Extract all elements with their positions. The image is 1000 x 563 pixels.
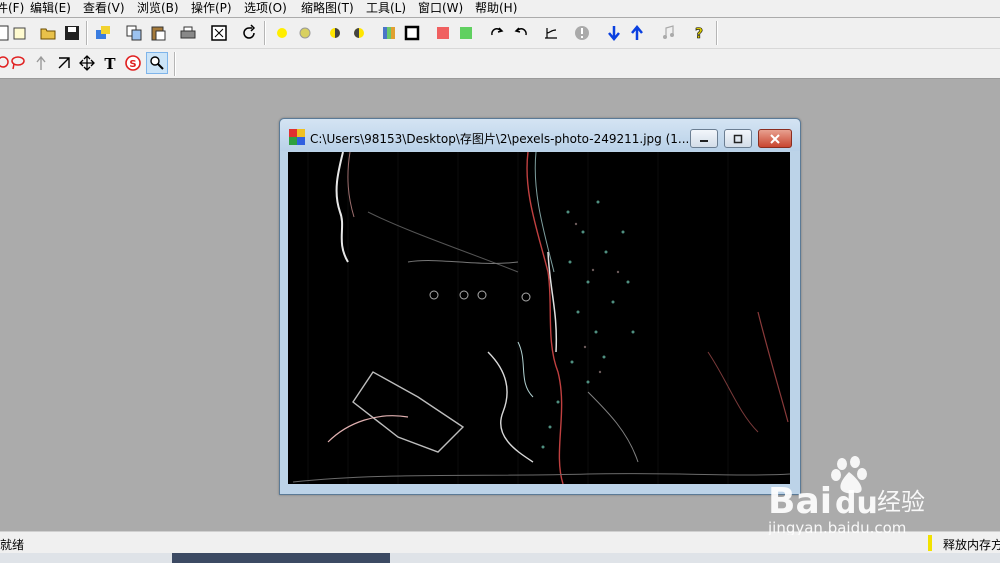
half-yellow-2-icon[interactable] [350,24,368,42]
edge-detected-photo [288,152,790,484]
move-icon[interactable] [78,54,96,72]
baidu-watermark: Bai du 经验 jingyan.baidu.com [765,455,965,537]
menu-view[interactable]: 查看(V) [83,0,125,17]
fit-window-icon[interactable] [210,24,228,42]
crop-icon[interactable] [55,54,73,72]
svg-text:S: S [129,59,136,70]
menu-thumbnails[interactable]: 缩略图(T) [301,0,354,17]
maximize-icon [733,134,743,143]
red-square-icon[interactable] [434,24,452,42]
menu-options[interactable]: 选项(O) [244,0,287,17]
app-icon [289,129,305,145]
undo-rotate-icon[interactable] [241,24,259,42]
image-window[interactable]: C:\Users\98153\Desktop\存图片\2\pexels-phot… [279,118,801,495]
lasso-icon[interactable] [9,54,27,72]
rotate-cw-icon[interactable] [488,24,506,42]
half-yellow-icon[interactable] [326,24,344,42]
rotate-ccw-icon[interactable] [512,24,530,42]
menu-bar: 件(F) 编辑(E) 查看(V) 浏览(B) 操作(P) 选项(O) 缩略图(T… [0,0,1000,17]
menu-browse[interactable]: 浏览(B) [137,0,179,17]
taskbar-strip [0,553,1000,563]
text-icon[interactable]: T [101,54,119,72]
svg-text:jingyan.baidu.com: jingyan.baidu.com [767,519,906,535]
baidu-logo: Bai du 经验 jingyan.baidu.com [767,456,925,537]
menu-help[interactable]: 帮助(H) [475,0,517,17]
save-icon[interactable] [63,24,81,42]
print-icon[interactable] [179,24,197,42]
status-indicator [928,535,932,551]
info-icon[interactable] [573,24,591,42]
close-icon [770,133,780,144]
new-file-icon[interactable] [10,24,28,42]
copy-icon[interactable] [125,24,143,42]
up-arrow-icon[interactable] [628,24,646,42]
music-icon[interactable] [659,24,677,42]
yellow-dot-icon[interactable] [273,24,291,42]
svg-text:?: ? [695,26,703,42]
black-square-icon[interactable] [403,24,421,42]
maximize-button[interactable] [724,129,752,148]
stamp-icon[interactable]: S [124,54,142,72]
image-canvas[interactable] [288,152,790,484]
menu-file[interactable]: 件(F) [0,0,24,17]
arrow-up-icon[interactable] [32,54,50,72]
menu-window[interactable]: 窗口(W) [418,0,463,17]
paste-icon[interactable] [149,24,167,42]
main-toolbar: ? [0,18,1000,49]
color-balance-icon[interactable] [380,24,398,42]
svg-text:du: du [835,486,878,521]
tools-toolbar: T S [0,49,1000,79]
image-window-title: C:\Users\98153\Desktop\存图片\2\pexels-phot… [310,132,690,146]
status-memory-text: 释放内存方 [943,538,1000,552]
open-folder-icon[interactable] [39,24,57,42]
green-square-icon[interactable] [457,24,475,42]
down-arrow-icon[interactable] [605,24,623,42]
svg-text:经验: 经验 [877,488,925,516]
menu-edit[interactable]: 编辑(E) [30,0,71,17]
svg-text:T: T [104,55,116,72]
menu-operation[interactable]: 操作(P) [191,0,232,17]
status-text: 就绪 [0,538,25,552]
image-window-titlebar[interactable]: C:\Users\98153\Desktop\存图片\2\pexels-phot… [280,119,800,151]
minimize-button[interactable] [690,129,718,148]
gray-dot-icon[interactable] [296,24,314,42]
zoom-icon[interactable] [146,52,168,74]
curve-icon[interactable] [542,24,560,42]
help-icon[interactable]: ? [690,24,708,42]
svg-text:Bai: Bai [768,481,832,522]
menu-tools[interactable]: 工具(L) [366,0,406,17]
browse-icon[interactable] [94,24,112,42]
minimize-icon [700,139,708,142]
close-button[interactable] [758,129,792,148]
taskbar-item[interactable] [172,553,390,563]
